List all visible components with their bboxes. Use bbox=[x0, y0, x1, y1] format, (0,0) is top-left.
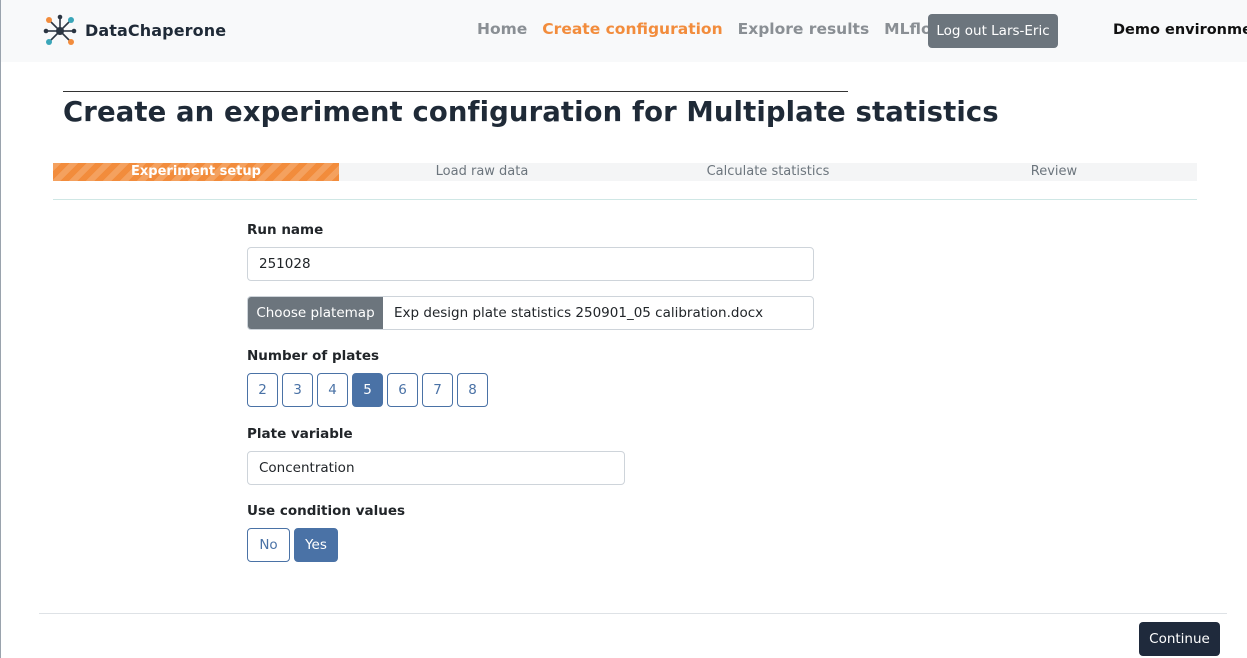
page: DataChaperone Home Create configuration … bbox=[0, 0, 1247, 658]
use-condition-values-group: No Yes bbox=[247, 528, 338, 562]
condition-values-yes[interactable]: Yes bbox=[294, 528, 338, 562]
nav-link-home[interactable]: Home bbox=[477, 20, 527, 38]
plates-option-6[interactable]: 6 bbox=[387, 373, 418, 407]
stepper-divider bbox=[53, 199, 1197, 200]
plate-variable-input[interactable] bbox=[247, 451, 625, 485]
brand[interactable]: DataChaperone bbox=[43, 14, 226, 48]
step-experiment-setup[interactable]: Experiment setup bbox=[53, 163, 339, 181]
use-condition-values-label: Use condition values bbox=[247, 503, 406, 519]
number-of-plates-label: Number of plates bbox=[247, 348, 380, 364]
progress-stepper: Experiment setup Load raw data Calculate… bbox=[53, 163, 1197, 181]
nav-links: Home Create configuration Explore result… bbox=[477, 20, 946, 38]
choose-platemap-button[interactable]: Choose platemap bbox=[248, 297, 383, 329]
plates-option-8[interactable]: 8 bbox=[457, 373, 488, 407]
navbar: DataChaperone Home Create configuration … bbox=[1, 0, 1247, 62]
run-name-input[interactable] bbox=[247, 247, 814, 281]
step-calculate-statistics[interactable]: Calculate statistics bbox=[625, 163, 911, 181]
brand-name: DataChaperone bbox=[85, 20, 227, 40]
platemap-file-picker: Choose platemap Exp design plate statist… bbox=[247, 296, 814, 330]
continue-button[interactable]: Continue bbox=[1139, 622, 1220, 656]
step-load-raw-data[interactable]: Load raw data bbox=[339, 163, 625, 181]
title-divider bbox=[63, 91, 848, 92]
run-name-label: Run name bbox=[247, 222, 324, 238]
platemap-file-name: Exp design plate statistics 250901_05 ca… bbox=[394, 305, 764, 321]
plates-option-4[interactable]: 4 bbox=[317, 373, 348, 407]
environment-label: Demo environment bbox=[1113, 22, 1247, 38]
number-of-plates-group: 2 3 4 5 6 7 8 bbox=[247, 373, 488, 407]
footer-divider bbox=[39, 613, 1227, 614]
page-title: Create an experiment configuration for M… bbox=[63, 96, 999, 128]
plates-option-7[interactable]: 7 bbox=[422, 373, 453, 407]
condition-values-no[interactable]: No bbox=[247, 528, 290, 562]
plate-variable-label: Plate variable bbox=[247, 426, 353, 442]
plates-option-3[interactable]: 3 bbox=[282, 373, 313, 407]
nav-link-create-configuration[interactable]: Create configuration bbox=[542, 20, 722, 38]
plates-option-5[interactable]: 5 bbox=[352, 373, 383, 407]
page-title-app: Multiplate statistics bbox=[686, 96, 999, 128]
network-nodes-icon bbox=[43, 14, 77, 45]
page-title-prefix: Create an experiment configuration for bbox=[63, 96, 687, 128]
logout-button[interactable]: Log out Lars-Eric bbox=[928, 14, 1058, 48]
plates-option-2[interactable]: 2 bbox=[247, 373, 278, 407]
step-review[interactable]: Review bbox=[911, 163, 1197, 181]
nav-link-explore-results[interactable]: Explore results bbox=[738, 20, 870, 38]
